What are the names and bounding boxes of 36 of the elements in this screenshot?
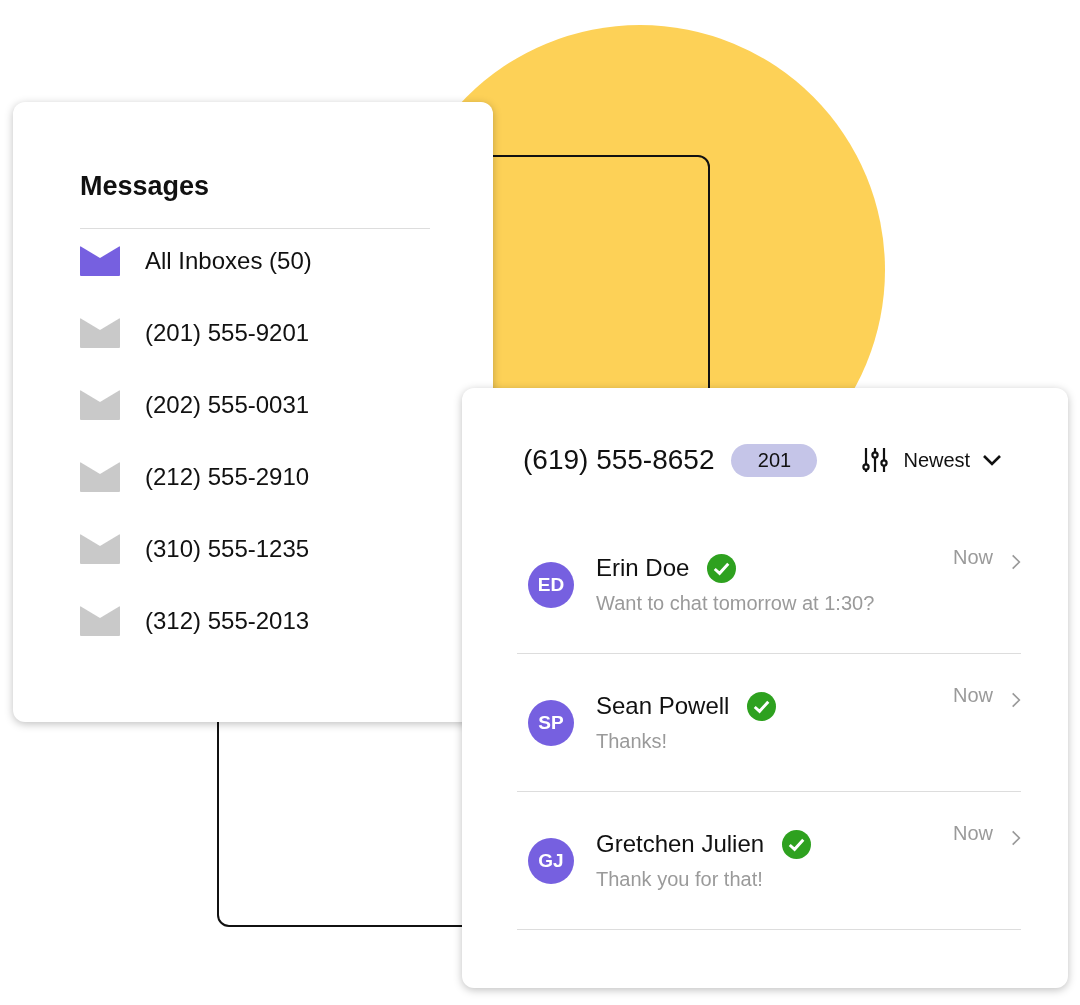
envelope-icon [80,534,120,564]
message-preview: Want to chat tomorrow at 1:30? [596,591,876,616]
contact-name: Gretchen Julien [596,829,765,859]
timestamp: Now [953,684,993,707]
timestamp: Now [953,822,993,845]
sort-dropdown[interactable]: Newest [903,448,1003,472]
conversation-row[interactable]: GJ Gretchen Julien Thank you for that! Now [517,792,1021,930]
envelope-icon [80,246,120,276]
chevron-down-icon [982,454,1003,466]
contact-name: Erin Doe [596,553,690,583]
conversation-row[interactable]: ED Erin Doe Want to chat tomorrow at 1:30? Now [517,516,1021,654]
envelope-icon [80,462,120,492]
inbox-item[interactable]: (201) 555-9201 [80,317,430,349]
inbox-item[interactable]: (212) 555-2910 [80,461,430,493]
avatar: GJ [528,837,574,884]
conversation-row[interactable]: SP Sean Powell Thanks! Now [517,654,1021,792]
envelope-icon [80,390,120,420]
inbox-item[interactable]: All Inboxes (50) [80,245,430,277]
panel-title: Messages [80,170,211,203]
avatar: SP [528,699,574,746]
filter-icon[interactable] [862,447,889,473]
phone-number: (619) 555-8652 [523,444,715,476]
contact-name: Sean Powell [596,691,730,721]
envelope-icon [80,318,120,348]
timestamp: Now [953,546,993,569]
envelope-icon [80,606,120,636]
message-preview: Thank you for that! [596,867,764,892]
avatar: ED [528,561,574,608]
chevron-right-icon [1011,553,1021,571]
inbox-item[interactable]: (310) 555-1235 [80,533,430,565]
inbox-item[interactable]: (312) 555-2013 [80,605,430,637]
count-badge: 201 [731,443,818,477]
inbox-item[interactable]: (202) 555-0031 [80,389,430,421]
chevron-right-icon [1011,829,1021,847]
message-preview: Thanks! [596,729,669,754]
chevron-right-icon [1011,691,1021,709]
